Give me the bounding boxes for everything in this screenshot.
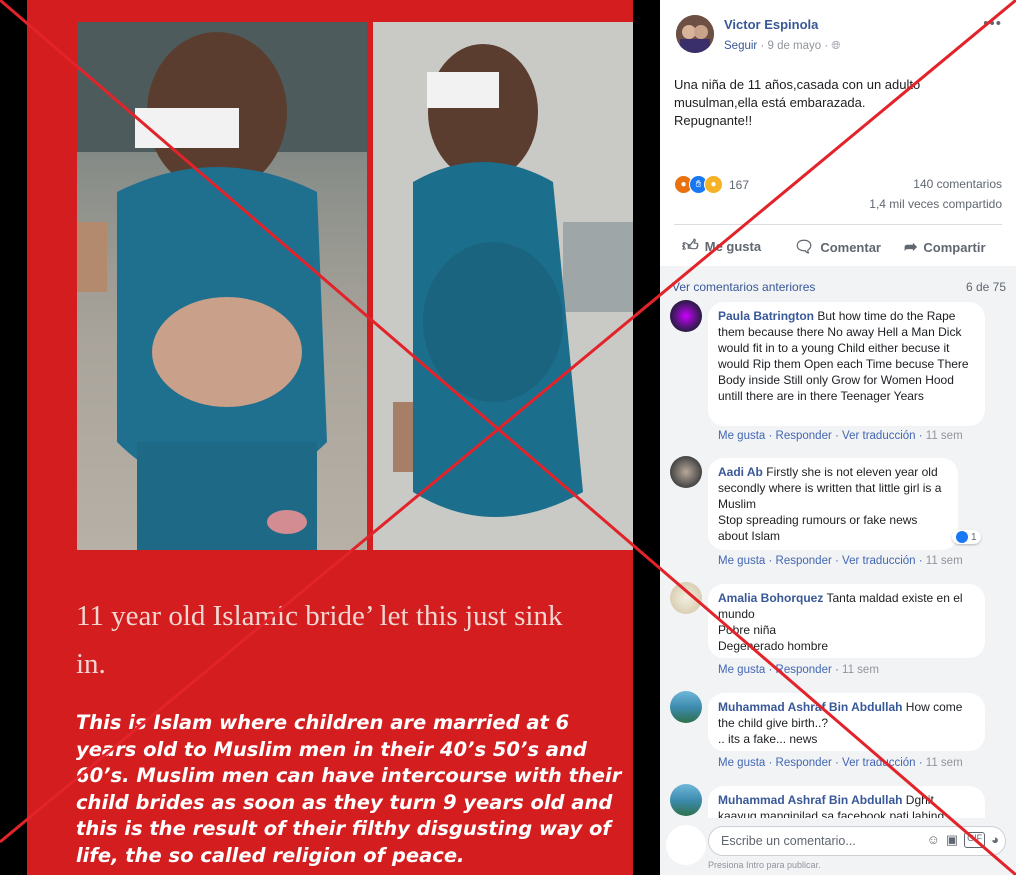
comment-time[interactable]: 11 sem <box>926 555 963 567</box>
face-censor-bar-left <box>135 108 239 148</box>
shares-count[interactable]: 1,4 mil veces compartido <box>869 197 1002 211</box>
comment-translate-link[interactable]: Ver traducción <box>842 555 916 567</box>
post-image[interactable]: 11 year old Islamic bride’ let this just… <box>27 0 633 875</box>
composer-icons: ☺ ▣ GIF ◕ <box>927 832 999 848</box>
comment-time[interactable]: 11 sem <box>926 430 963 442</box>
comment-bubble: Amalia Bohorquez Tanta maldad existe en … <box>708 584 985 658</box>
comment-like-link[interactable]: Me gusta <box>718 430 765 442</box>
like-reaction-icon <box>956 531 968 543</box>
like-label: Me gusta <box>704 239 762 254</box>
commenter-avatar[interactable] <box>670 784 702 816</box>
child-figure-left <box>77 22 367 550</box>
more-options-icon[interactable]: ••• <box>983 15 1002 32</box>
face-censor-bar-right <box>427 72 499 108</box>
post-image-area: 11 year old Islamic bride’ let this just… <box>0 0 660 875</box>
comment-reply-link[interactable]: Responder <box>776 555 832 567</box>
sad-reaction-icon: ● <box>704 175 723 194</box>
view-previous-comments[interactable]: Ver comentarios anteriores <box>672 280 815 294</box>
image-caption: 11 year old Islamic bride’ let this just… <box>76 600 563 680</box>
commenter-name[interactable]: Muhammad Ashraf Bin Abdullah <box>718 793 902 807</box>
comment-translate-link[interactable]: Ver traducción <box>842 430 916 442</box>
comment-button[interactable]: 🗨︎ Comentar <box>794 237 881 257</box>
comment-actions: Me gusta · Responder · 11 sem <box>718 664 879 676</box>
gif-icon[interactable]: GIF <box>964 832 986 848</box>
post-meta: Seguir · 9 de mayo · 🌐︎ <box>724 40 841 53</box>
post-text-line: Repugnante!! <box>674 113 753 128</box>
comment-reply-link[interactable]: Responder <box>776 664 832 676</box>
post-text-line: musulman,ella está embarazada. <box>674 95 866 110</box>
comment-time[interactable]: 11 sem <box>842 664 879 676</box>
comment-reply-link[interactable]: Responder <box>776 757 832 769</box>
comment-translate-link[interactable]: Ver traducción <box>842 757 916 769</box>
commenter-avatar[interactable] <box>670 300 702 332</box>
photo-left <box>77 22 367 550</box>
comment-input-placeholder: Escribe un comentario... <box>721 834 856 848</box>
post-text-line: Una niña de 11 años,casada con un adulto <box>674 77 921 92</box>
comment-actions: Me gusta · Responder · Ver traducción · … <box>718 555 963 567</box>
author-name[interactable]: Victor Espinola <box>724 17 818 32</box>
comments-count[interactable]: 140 comentarios <box>913 177 1002 191</box>
comment-bubble: Muhammad Ashraf Bin Abdullah How come th… <box>708 693 985 751</box>
comment-bubble: Paula Batrington But how time do the Rap… <box>708 302 985 426</box>
comment-input[interactable]: Escribe un comentario... ☺ ▣ GIF ◕ <box>708 826 1006 856</box>
post-text: Una niña de 11 años,casada con un adulto… <box>674 76 974 130</box>
share-label: Compartir <box>923 239 986 255</box>
sticker-icon[interactable]: ◕ <box>991 832 999 848</box>
follow-link[interactable]: Seguir <box>724 40 757 52</box>
commenter-avatar[interactable] <box>670 456 702 488</box>
comment-label: Comentar <box>820 239 881 255</box>
comment-like-link[interactable]: Me gusta <box>718 664 765 676</box>
divider <box>674 224 1002 225</box>
commenter-avatar[interactable] <box>670 691 702 723</box>
comment-bubble: Aadi Ab Firstly she is not eleven year o… <box>708 458 958 550</box>
globe-icon: 🌐︎ <box>831 40 841 52</box>
composer-hint: Presiona Intro para publicar. <box>708 860 821 870</box>
post-date[interactable]: · 9 de mayo · <box>760 40 828 52</box>
like-button[interactable]: 👍︎ Me gusta <box>682 237 761 256</box>
image-body-text: This is Islam where children are married… <box>76 711 622 867</box>
comment-actions: Me gusta · Responder · Ver traducción · … <box>718 430 963 442</box>
comment-bubble: Muhammad Ashraf Bin Abdullah Dghit kaayu… <box>708 786 985 818</box>
reaction-count: 167 <box>729 177 750 192</box>
camera-icon[interactable]: ▣ <box>946 832 958 848</box>
commenter-name[interactable]: Aadi Ab <box>718 465 763 479</box>
thumbs-up-icon: 👍︎ <box>682 238 699 255</box>
speech-bubble-icon: 🗨︎ <box>794 239 815 256</box>
share-button[interactable]: ➦ Compartir <box>904 237 986 257</box>
share-arrow-icon: ➦ <box>904 239 918 256</box>
comments-list[interactable]: Ver comentarios anteriores 6 de 75 Paula… <box>660 266 1016 818</box>
child-figure-right <box>373 22 633 550</box>
post-sidebar: Victor Espinola Seguir · 9 de mayo · 🌐︎ … <box>660 0 1016 875</box>
commenter-name[interactable]: Muhammad Ashraf Bin Abdullah <box>718 700 902 714</box>
comment-reply-link[interactable]: Responder <box>776 430 832 442</box>
comment-reaction-badge[interactable]: 1 <box>952 530 981 544</box>
emoji-icon[interactable]: ☺ <box>927 832 940 848</box>
comment-actions: Me gusta · Responder · Ver traducción · … <box>718 757 963 769</box>
photo-right <box>373 22 633 550</box>
author-avatar[interactable] <box>676 15 714 53</box>
comment-text: But how time do the Rape them because th… <box>718 309 969 403</box>
commenter-avatar[interactable] <box>670 582 702 614</box>
comment-composer: Escribe un comentario... ☺ ▣ GIF ◕ Presi… <box>660 818 1016 875</box>
my-avatar <box>666 825 706 865</box>
comment-time[interactable]: 11 sem <box>926 757 963 769</box>
comment-reaction-count: 1 <box>971 531 977 543</box>
commenter-name[interactable]: Amalia Bohorquez <box>718 591 823 605</box>
comments-page-count: 6 de 75 <box>965 280 1006 294</box>
author-photo <box>676 15 714 53</box>
comment-like-link[interactable]: Me gusta <box>718 757 765 769</box>
reaction-summary[interactable]: ● ✋︎ ● 167 <box>674 175 749 194</box>
comment-like-link[interactable]: Me gusta <box>718 555 765 567</box>
commenter-name[interactable]: Paula Batrington <box>718 309 814 323</box>
